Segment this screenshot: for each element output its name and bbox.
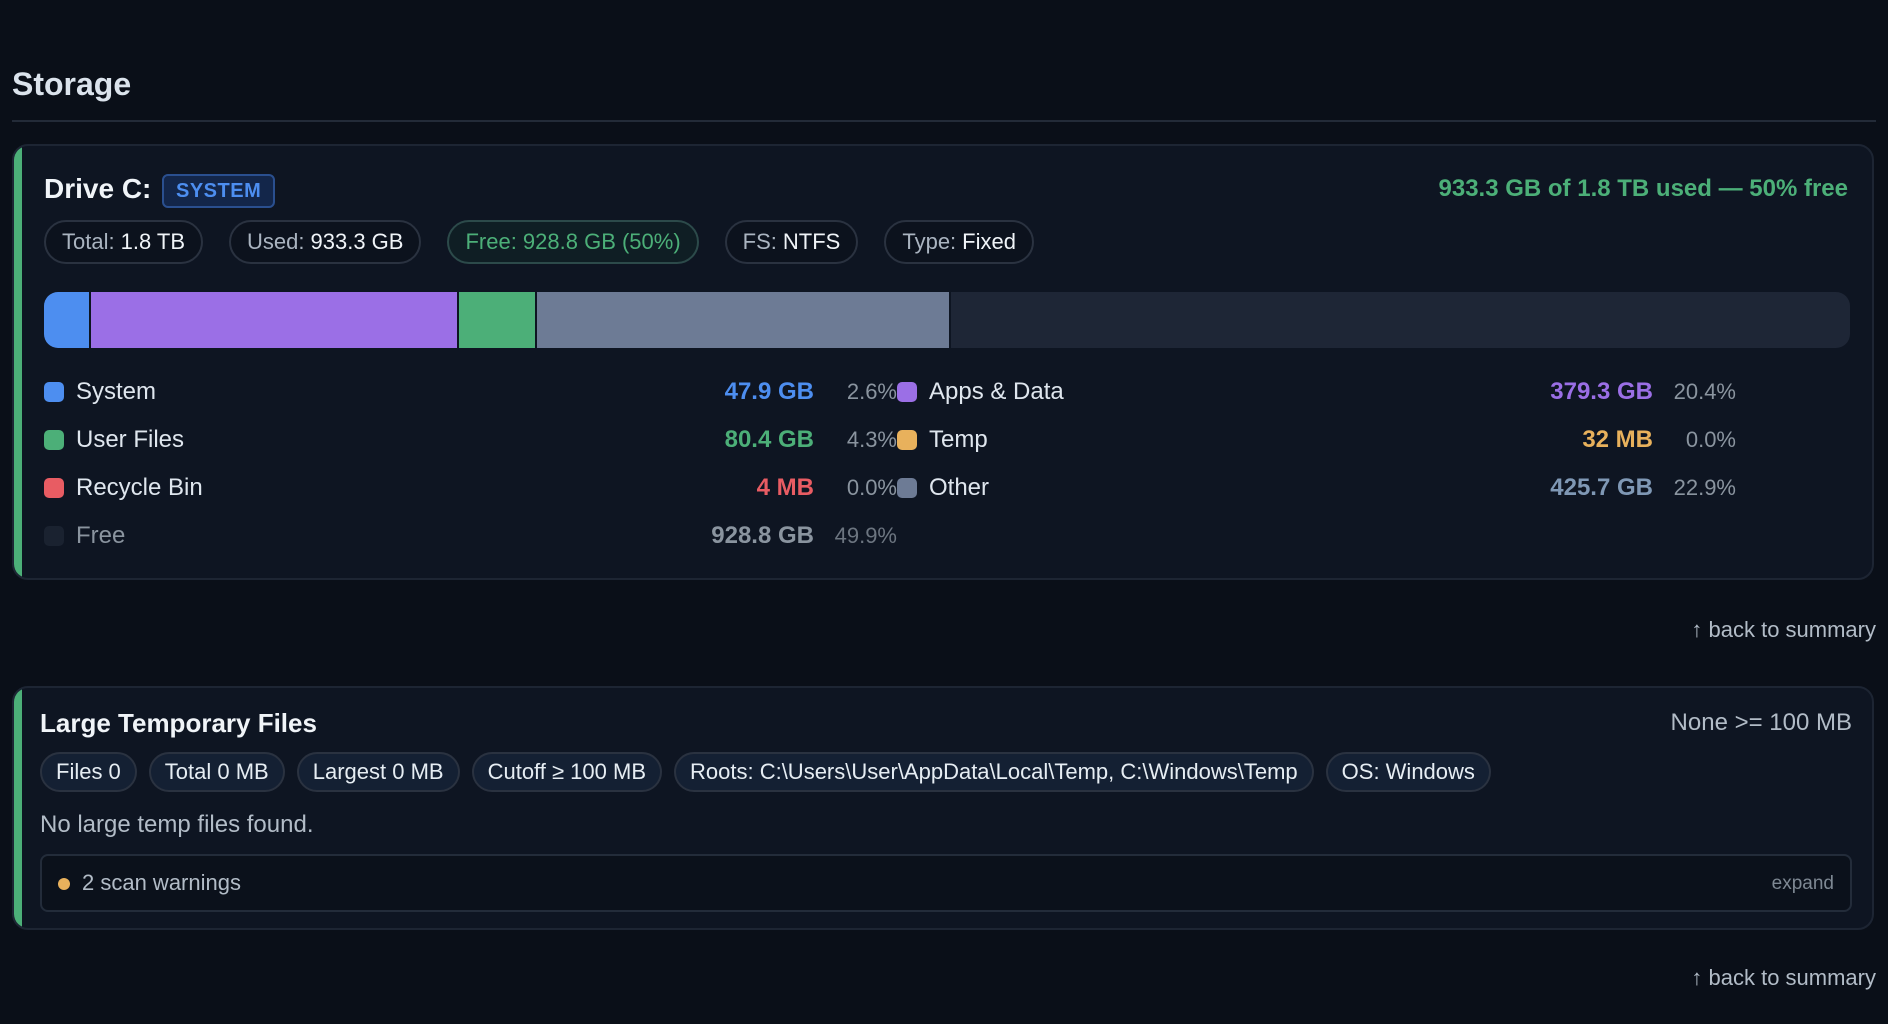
legend-percent: 2.6% (846, 379, 897, 404)
total-size-chip: Total 0 MB (148, 752, 285, 792)
apps-swatch (897, 382, 917, 402)
legend-item-recycle-bin: Recycle Bin 4 MB 0.0% (44, 464, 897, 512)
roots-chip: Roots: C:\Users\User\AppData\Local\Temp,… (674, 752, 1314, 792)
legend-label: Other (929, 474, 990, 501)
legend-value: 928.8 GB (711, 522, 814, 549)
back-to-summary-link[interactable]: ↑ back to summary (1691, 964, 1876, 992)
drive-card: Drive C: SYSTEM 933.3 GB of 1.8 TB used … (12, 144, 1874, 580)
section-divider (12, 120, 1876, 122)
legend-value: 379.3 GB (1550, 378, 1653, 405)
usage-segment-other (537, 292, 951, 348)
drive-title: Drive C: (44, 173, 152, 204)
legend-value: 425.7 GB (1550, 474, 1653, 501)
type-label: Type: (902, 229, 957, 254)
other-swatch (897, 478, 917, 498)
expand-button[interactable]: expand (1772, 870, 1834, 898)
temp-files-status: None >= 100 MB (1670, 709, 1852, 736)
largest-chip: Largest 0 MB (296, 752, 460, 792)
legend-item-apps: Apps & Data 379.3 GB 20.4% (897, 368, 1750, 416)
scan-warnings-label: 2 scan warnings (82, 870, 241, 895)
drive-chips: Total: 1.8 TB Used: 933.3 GB Free: 928.8… (44, 220, 1034, 264)
usage-legend: System 47.9 GB 2.6% Apps & Data 379.3 GB… (44, 368, 1850, 560)
free-swatch (44, 526, 64, 546)
scan-warnings-panel[interactable]: 2 scan warnings expand (40, 854, 1852, 912)
usage-segment-system (44, 292, 91, 348)
legend-label: Recycle Bin (76, 474, 203, 501)
legend-value: 80.4 GB (724, 426, 814, 453)
usage-bar (44, 292, 1850, 348)
temp-files-card: Large Temporary Files None >= 100 MB Fil… (12, 686, 1874, 930)
usage-segment-apps-data (90, 292, 460, 348)
legend-label: Free (76, 522, 126, 549)
legend-label: Temp (929, 426, 988, 453)
legend-percent: 0.0% (846, 475, 897, 500)
fs-value: NTFS (782, 229, 841, 254)
warning-dot-icon (58, 878, 70, 890)
legend-item-other: Other 425.7 GB 22.9% (897, 464, 1750, 512)
cutoff-chip: Cutoff ≥ 100 MB (471, 752, 662, 792)
legend-percent: 20.4% (1673, 379, 1736, 404)
legend-label: Apps & Data (929, 378, 1064, 405)
legend-percent: 0.0% (1685, 427, 1736, 452)
legend-percent: 22.9% (1673, 475, 1736, 500)
system-swatch (44, 382, 64, 402)
legend-label: User Files (76, 426, 185, 453)
type-chip: Type: Fixed (884, 220, 1034, 264)
total-label: Total: (62, 229, 115, 254)
system-badge: SYSTEM (162, 174, 276, 208)
legend-item-free: Free 928.8 GB 49.9% (44, 512, 897, 560)
legend-percent: 4.3% (846, 427, 897, 452)
legend-value: 47.9 GB (724, 378, 814, 405)
section-title: Storage (12, 66, 132, 102)
drive-summary: 933.3 GB of 1.8 TB used — 50% free (1438, 175, 1849, 202)
legend-item-user-files: User Files 80.4 GB 4.3% (44, 416, 897, 464)
used-label: Used: (247, 229, 305, 254)
temp-swatch (897, 430, 917, 450)
legend-label: System (76, 378, 157, 405)
legend-item-temp: Temp 32 MB 0.0% (897, 416, 1750, 464)
recycle-bin-swatch (44, 478, 64, 498)
legend-percent: 49.9% (834, 523, 897, 548)
temp-files-chips: Files 0 Total 0 MB Largest 0 MB Cutoff ≥… (40, 752, 1491, 792)
fs-chip: FS: NTFS (724, 220, 859, 264)
usage-segment-user-files (459, 292, 538, 348)
type-value: Fixed (962, 229, 1016, 254)
user-files-swatch (44, 430, 64, 450)
fs-label: FS: (742, 229, 777, 254)
total-chip: Total: 1.8 TB (44, 220, 204, 264)
temp-files-title: Large Temporary Files (40, 708, 317, 738)
free-chip: Free: 928.8 GB (50%) (447, 220, 699, 264)
files-count-chip: Files 0 (40, 752, 137, 792)
legend-value: 32 MB (1582, 426, 1653, 453)
os-chip: OS: Windows (1325, 752, 1491, 792)
used-value: 933.3 GB (310, 229, 404, 254)
total-value: 1.8 TB (120, 229, 186, 254)
legend-item-system: System 47.9 GB 2.6% (44, 368, 897, 416)
free-text: Free: 928.8 GB (50%) (465, 229, 681, 254)
legend-value: 4 MB (756, 474, 814, 501)
used-chip: Used: 933.3 GB (229, 220, 422, 264)
back-to-summary-link[interactable]: ↑ back to summary (1691, 616, 1876, 644)
empty-message: No large temp files found. (40, 811, 314, 838)
